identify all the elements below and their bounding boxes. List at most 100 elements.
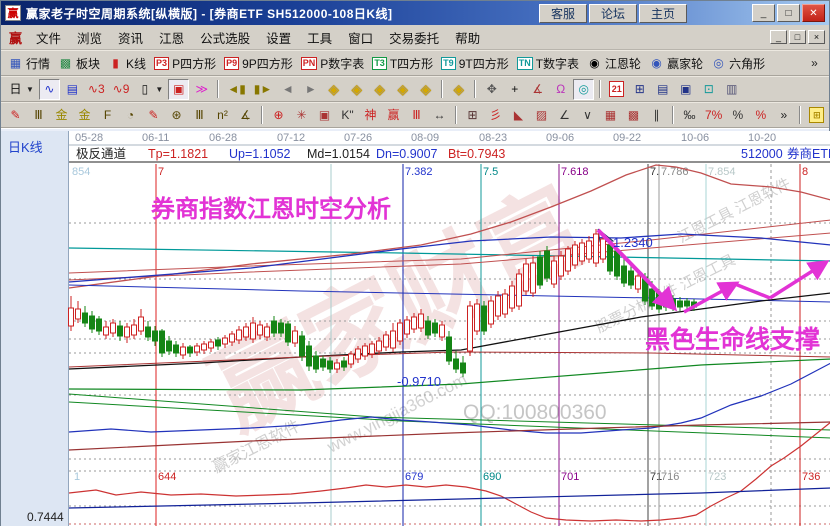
percent-tool[interactable]: % bbox=[727, 105, 748, 126]
f-ruler-tool[interactable]: F bbox=[97, 105, 118, 126]
mdi-minimize-button[interactable]: _ bbox=[770, 30, 787, 44]
period-selector[interactable]: 日▼ bbox=[5, 79, 37, 100]
homepage-button[interactable]: 主页 bbox=[639, 4, 687, 23]
grid-target-tool[interactable]: ▣ bbox=[314, 105, 335, 126]
menu-item-3[interactable]: 江恩 bbox=[151, 26, 192, 49]
zoom-h-diamond[interactable]: ◈ bbox=[369, 79, 390, 100]
menu-item-1[interactable]: 浏览 bbox=[69, 26, 110, 49]
zoom-right-diamond[interactable]: ◈ bbox=[346, 79, 367, 100]
close-button[interactable]: ✕ bbox=[802, 4, 825, 22]
ruler-tool-1[interactable]: Ⅲ bbox=[28, 105, 49, 126]
menu-item-7[interactable]: 窗口 bbox=[340, 26, 381, 49]
single-kline-button[interactable]: ▯▼ bbox=[134, 79, 166, 100]
gann-stamp-button[interactable]: Ω bbox=[550, 79, 571, 100]
last-page-button[interactable]: ▮► bbox=[251, 79, 275, 100]
export-button[interactable]: ⊡ bbox=[698, 79, 719, 100]
first-page-button[interactable]: ◄▮ bbox=[224, 79, 248, 100]
wave3-button[interactable]: ∿3 bbox=[85, 79, 108, 100]
compass-tool[interactable]: ⊛ bbox=[166, 105, 187, 126]
draw-overflow-1[interactable]: » bbox=[773, 105, 794, 126]
fan-lines-tool[interactable]: 彡 bbox=[485, 105, 506, 126]
pencil-tool[interactable]: ✎ bbox=[5, 105, 26, 126]
parallel-lines-tool[interactable]: ∥ bbox=[646, 105, 667, 126]
set-square-tool[interactable]: ∡ bbox=[235, 105, 256, 126]
print-button[interactable]: ▥ bbox=[721, 79, 742, 100]
menu-item-9[interactable]: 帮助 bbox=[447, 26, 488, 49]
box-fan-tool[interactable]: ◣ bbox=[508, 105, 529, 126]
calendar-button[interactable]: 21 bbox=[606, 79, 627, 100]
save-button[interactable]: ▣ bbox=[675, 79, 696, 100]
angle-ruler-button[interactable]: ∡ bbox=[527, 79, 548, 100]
gann-wheel-button[interactable]: ◉江恩轮 bbox=[584, 53, 644, 74]
grid-tool-2[interactable]: ▩ bbox=[623, 105, 644, 126]
grid-fan-tool[interactable]: ▨ bbox=[531, 105, 552, 126]
p-table-button[interactable]: PNP数字表 bbox=[298, 53, 368, 74]
restore-button[interactable]: □ bbox=[777, 4, 800, 22]
ruler-123-tool[interactable]: Ⅲ bbox=[406, 105, 427, 126]
yellow-grid-tool[interactable]: ⊞ bbox=[806, 105, 827, 126]
width-measure-tool[interactable]: ↔ bbox=[429, 105, 450, 126]
zoom-left-diamond[interactable]: ◈ bbox=[323, 79, 344, 100]
winner-wheel-button[interactable]: ◉赢家轮 bbox=[646, 53, 706, 74]
prev-button[interactable]: ◄ bbox=[277, 79, 298, 100]
quotes-button[interactable]: ▦行情 bbox=[5, 53, 53, 74]
calculator-button[interactable]: ⊞ bbox=[629, 79, 650, 100]
spiral-tool[interactable]: ◔ bbox=[120, 105, 141, 126]
k-mark-tool[interactable]: K" bbox=[337, 105, 358, 126]
golden-ruler-2[interactable]: 金 bbox=[74, 105, 95, 126]
sectors-button[interactable]: ▩板块 bbox=[55, 53, 103, 74]
wave9-button[interactable]: ∿9 bbox=[110, 79, 133, 100]
circle-target-tool[interactable]: ⊕ bbox=[268, 105, 289, 126]
sectors-button-label: 板块 bbox=[76, 55, 100, 72]
menu-item-4[interactable]: 公式选股 bbox=[192, 26, 258, 49]
menu-item-6[interactable]: 工具 bbox=[299, 26, 340, 49]
star-burst-tool[interactable]: ✳ bbox=[291, 105, 312, 126]
memo-button[interactable]: ▤ bbox=[652, 79, 673, 100]
p-square-button[interactable]: P3P四方形 bbox=[151, 53, 219, 74]
gann-box-tool[interactable]: ⊞ bbox=[462, 105, 483, 126]
customer-service-button[interactable]: 客服 bbox=[539, 4, 587, 23]
next-button[interactable]: ► bbox=[300, 79, 321, 100]
menu-item-2[interactable]: 资讯 bbox=[110, 26, 151, 49]
menu-item-8[interactable]: 交易委托 bbox=[381, 26, 447, 49]
percent-line-tool[interactable]: % bbox=[750, 105, 771, 126]
9t-square-button[interactable]: T99T四方形 bbox=[438, 53, 512, 74]
menu-item-0[interactable]: 文件 bbox=[28, 26, 69, 49]
seven-percent-tool[interactable]: 7% bbox=[702, 105, 725, 126]
ying-tool[interactable]: 赢 bbox=[383, 105, 404, 126]
expand-diamond[interactable]: ◈ bbox=[415, 79, 436, 100]
golden-ruler-1[interactable]: 金 bbox=[51, 105, 72, 126]
forum-button[interactable]: 论坛 bbox=[589, 4, 637, 23]
n-square-tool[interactable]: n² bbox=[212, 105, 233, 126]
candle-body bbox=[580, 243, 585, 261]
red-frame-button[interactable]: ▣ bbox=[168, 79, 189, 100]
mdi-restore-button[interactable]: □ bbox=[789, 30, 806, 44]
brain-tool-button[interactable]: ◎ bbox=[573, 79, 594, 100]
t-table-button[interactable]: TNT数字表 bbox=[514, 53, 582, 74]
angle-lines-tool[interactable]: ∠ bbox=[554, 105, 575, 126]
9p-square-button[interactable]: P99P四方形 bbox=[221, 53, 296, 74]
minimize-button[interactable]: _ bbox=[752, 4, 775, 22]
v-lines-tool[interactable]: ∨ bbox=[577, 105, 598, 126]
mdi-close-button[interactable]: × bbox=[808, 30, 825, 44]
shen-tool[interactable]: 神 bbox=[360, 105, 381, 126]
candle-body bbox=[293, 331, 298, 343]
ruler-tool-2[interactable]: Ⅲ bbox=[189, 105, 210, 126]
grid-tool-1[interactable]: ▦ bbox=[600, 105, 621, 126]
percent-ruler-tool[interactable]: ‰ bbox=[679, 105, 700, 126]
kline-button[interactable]: ▮K线 bbox=[105, 53, 149, 74]
candle-body bbox=[328, 361, 333, 369]
move-diamond[interactable]: ◈ bbox=[448, 79, 469, 100]
color-arrows-button[interactable]: ≫ bbox=[191, 79, 212, 100]
t-square-button[interactable]: T3T四方形 bbox=[369, 53, 436, 74]
brush-tool[interactable]: ✎ bbox=[143, 105, 164, 126]
menu-item-5[interactable]: 设置 bbox=[258, 26, 299, 49]
compress-diamond[interactable]: ◈ bbox=[392, 79, 413, 100]
hand-tool-button[interactable]: ✥ bbox=[481, 79, 502, 100]
hexagon-button[interactable]: ◎六角形 bbox=[708, 53, 768, 74]
info-board-button[interactable]: ▤ bbox=[62, 79, 83, 100]
toolbar-overflow[interactable]: » bbox=[804, 53, 825, 74]
kline-chart-canvas[interactable]: 赢家财富赢家江恩软件www.yingjia360.com股票分析软件 江恩工具江… bbox=[1, 131, 830, 526]
crosshair-button[interactable]: + bbox=[504, 79, 525, 100]
extreme-channel-button[interactable]: ∿ bbox=[39, 79, 60, 100]
